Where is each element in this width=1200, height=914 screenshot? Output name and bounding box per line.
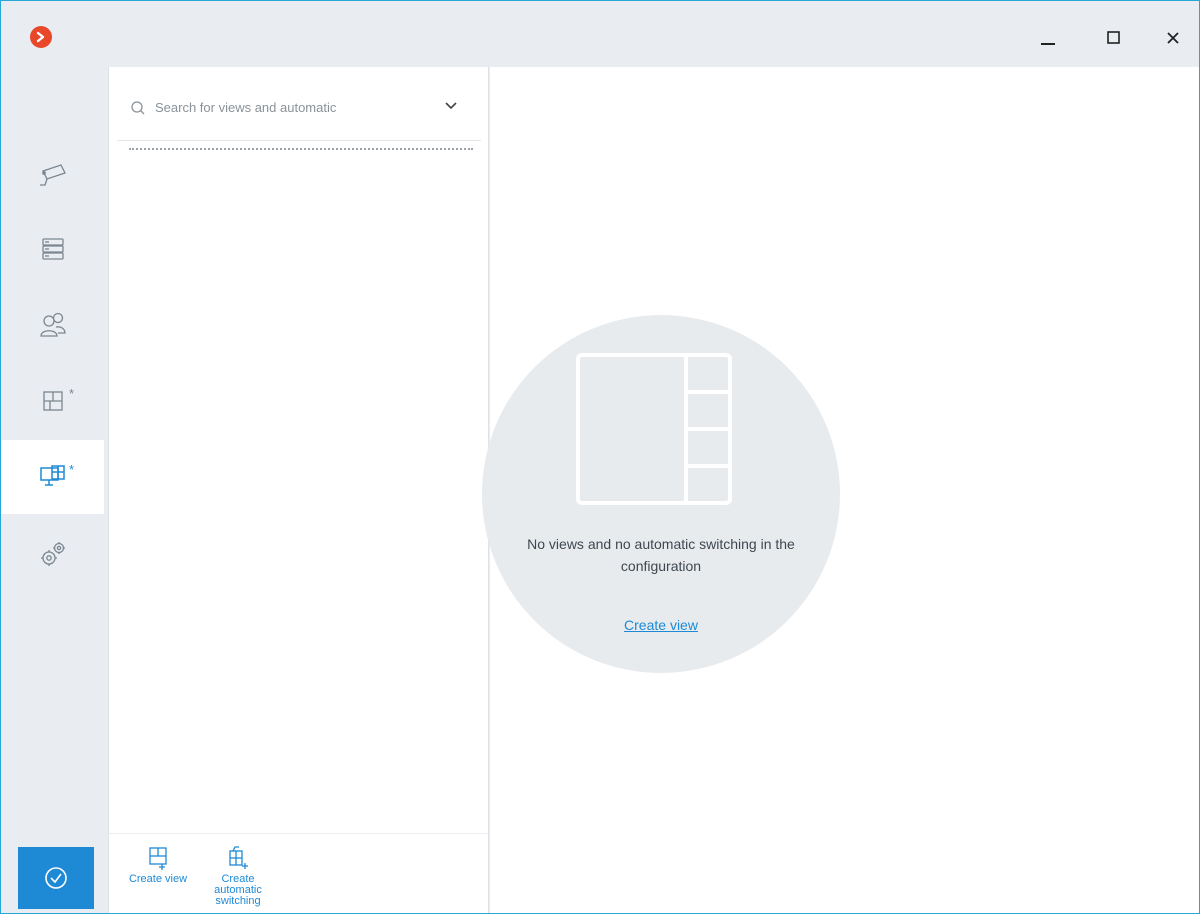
maximize-button[interactable] xyxy=(1093,21,1133,55)
app-window: * * Search for views and automatic Creat… xyxy=(0,0,1200,914)
title-bar xyxy=(1,1,1199,67)
views-monitor-icon xyxy=(39,465,65,486)
search-input[interactable] xyxy=(155,95,395,119)
close-button[interactable] xyxy=(1153,21,1193,55)
views-list-panel: Create view Create automatic switching xyxy=(108,67,489,913)
empty-state: No views and no automatic switching in t… xyxy=(482,315,840,673)
list-toolbar: Create view Create automatic switching xyxy=(109,833,488,913)
modified-marker: * xyxy=(69,386,75,401)
maximize-icon xyxy=(1107,31,1120,44)
view-layout-illustration xyxy=(576,353,732,505)
close-icon xyxy=(1167,32,1179,44)
chevron-down-icon[interactable] xyxy=(443,97,459,113)
create-view-button[interactable]: Create view xyxy=(113,846,203,885)
rail-item-settings[interactable] xyxy=(1,517,104,591)
rail-item-views[interactable]: * xyxy=(1,440,104,514)
modified-marker: * xyxy=(69,462,75,477)
empty-state-message: No views and no automatic switching in t… xyxy=(527,536,795,574)
check-circle-icon xyxy=(45,867,67,889)
minimize-button[interactable] xyxy=(1028,21,1068,55)
main-content: No views and no automatic switching in t… xyxy=(482,67,1199,913)
search-bar xyxy=(117,73,481,141)
users-icon xyxy=(39,312,66,337)
rail-item-users[interactable] xyxy=(1,288,104,362)
create-view-label: Create view xyxy=(128,873,188,885)
rail-item-maps[interactable]: * xyxy=(1,364,104,438)
left-navigation-rail: * * xyxy=(1,67,108,913)
list-divider xyxy=(129,148,473,150)
server-icon xyxy=(41,238,64,260)
app-logo-icon xyxy=(30,26,52,48)
add-switching-icon xyxy=(229,846,248,869)
settings-gears-icon xyxy=(40,542,65,566)
minimize-icon xyxy=(1041,43,1055,45)
create-switching-label: Create automatic switching xyxy=(214,873,262,907)
create-view-link[interactable]: Create view xyxy=(482,617,840,633)
add-view-icon xyxy=(149,847,167,870)
map-layout-icon xyxy=(42,391,63,411)
search-icon xyxy=(131,101,145,115)
camera-icon xyxy=(39,164,66,186)
create-automatic-switching-button[interactable]: Create automatic switching xyxy=(203,846,273,907)
apply-button[interactable] xyxy=(18,847,94,909)
rail-item-cameras[interactable] xyxy=(1,139,104,213)
rail-item-servers[interactable] xyxy=(1,212,104,286)
